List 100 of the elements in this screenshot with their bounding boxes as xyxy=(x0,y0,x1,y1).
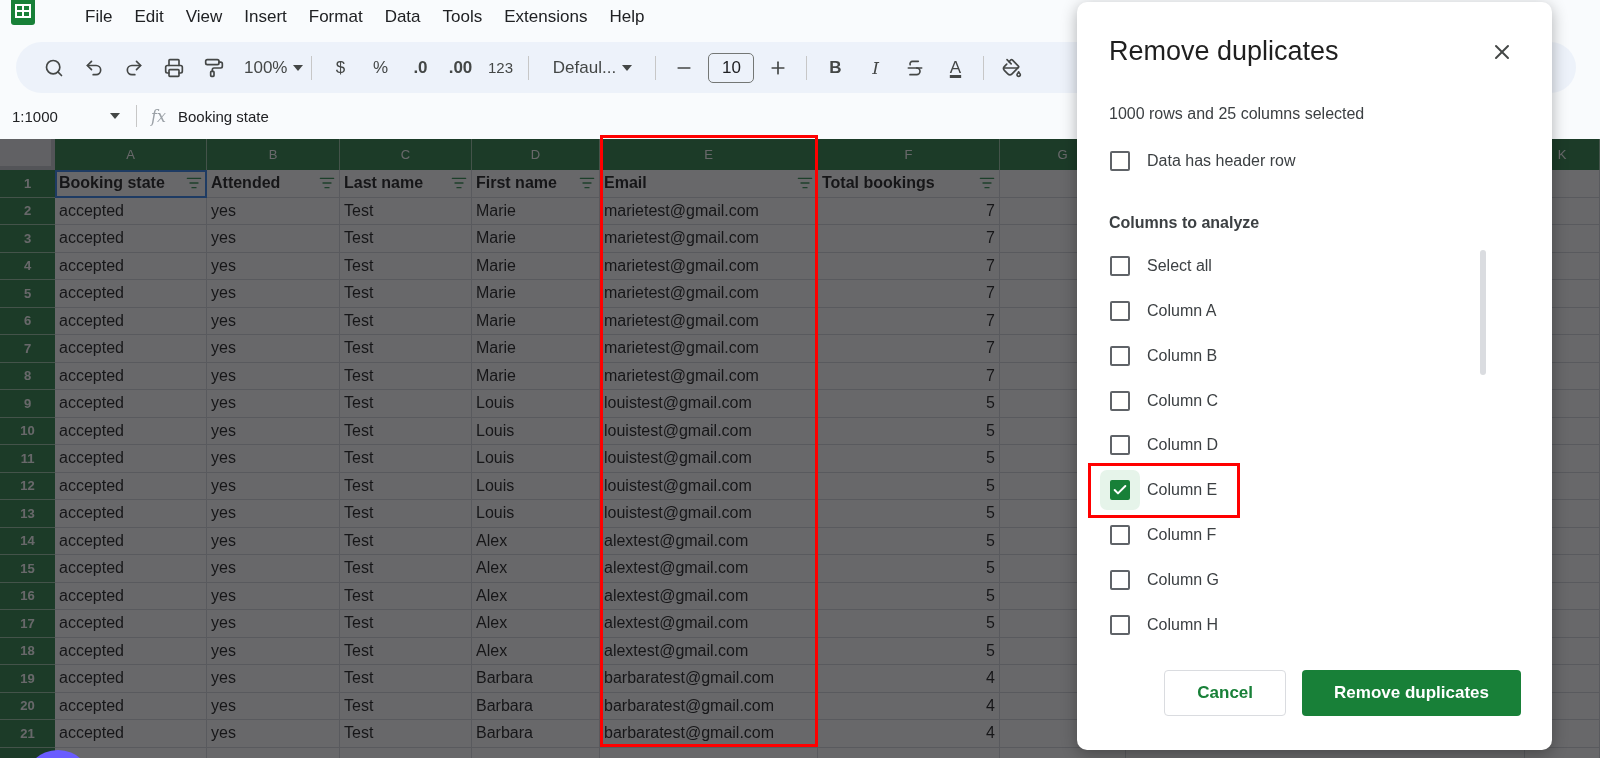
checkbox[interactable] xyxy=(1110,151,1130,172)
zoom-dropdown[interactable]: 100% xyxy=(244,51,304,84)
percent-button[interactable]: % xyxy=(360,51,401,84)
row-number[interactable]: 8 xyxy=(0,362,55,390)
column-header[interactable]: A xyxy=(55,139,207,170)
table-cell: Test xyxy=(340,307,472,335)
sheets-logo[interactable] xyxy=(8,0,38,25)
checkbox[interactable] xyxy=(1110,524,1130,545)
increase-decimal-button[interactable]: .00 xyxy=(440,51,481,84)
table-cell: accepted xyxy=(55,582,207,610)
row-number[interactable]: 9 xyxy=(0,390,55,418)
italic-button[interactable]: I xyxy=(855,51,896,84)
table-cell: yes xyxy=(207,665,340,693)
row-number[interactable]: 5 xyxy=(0,280,55,308)
row-number[interactable]: 16 xyxy=(0,582,55,610)
row-number[interactable]: 21 xyxy=(0,720,55,748)
table-cell: accepted xyxy=(55,307,207,335)
name-box[interactable]: 1:1000 xyxy=(12,107,128,125)
table-cell: Test xyxy=(340,362,472,390)
checkbox-label: Column C xyxy=(1147,391,1219,410)
table-cell: yes xyxy=(207,472,340,500)
menu-item[interactable]: Format xyxy=(297,6,374,27)
table-cell: Test xyxy=(340,665,472,693)
menu-item[interactable]: Tools xyxy=(431,6,494,27)
row-number[interactable]: 6 xyxy=(0,307,55,335)
row-number[interactable]: 4 xyxy=(0,252,55,280)
row-number[interactable]: 3 xyxy=(0,225,55,253)
decrease-decimal-button[interactable]: .0 xyxy=(400,51,441,84)
currency-button[interactable]: $ xyxy=(320,51,361,84)
table-cell: Barbara xyxy=(472,665,600,693)
table-cell: accepted xyxy=(55,252,207,280)
row-number[interactable]: 13 xyxy=(0,500,55,528)
header-text: Booking state xyxy=(59,174,165,193)
table-cell: 5 xyxy=(818,500,1000,528)
table-cell: accepted xyxy=(55,637,207,665)
row-number[interactable]: 17 xyxy=(0,610,55,638)
table-cell: 7 xyxy=(818,225,1000,253)
menu-item[interactable]: Help xyxy=(598,6,656,27)
row-number[interactable]: 2 xyxy=(0,197,55,225)
table-cell: accepted xyxy=(55,610,207,638)
table-cell: yes xyxy=(207,720,340,748)
table-cell: Test xyxy=(340,335,472,363)
cancel-button[interactable]: Cancel xyxy=(1164,670,1287,716)
menu-item[interactable]: View xyxy=(174,6,234,27)
row-number[interactable]: 14 xyxy=(0,527,55,555)
table-cell: yes xyxy=(207,225,340,253)
selection-info: 1000 rows and 25 columns selected xyxy=(1109,105,1366,123)
table-cell: Louis xyxy=(472,445,600,473)
table-cell: Test xyxy=(340,637,472,665)
row-number[interactable]: 18 xyxy=(0,637,55,665)
checkbox[interactable] xyxy=(1110,256,1130,277)
checkbox[interactable] xyxy=(1110,345,1130,366)
column-header[interactable]: F xyxy=(818,139,1000,170)
checkbox[interactable] xyxy=(1110,390,1130,411)
font-size-field[interactable]: 10 xyxy=(708,52,755,83)
row-number[interactable]: 10 xyxy=(0,417,55,445)
text-color-button[interactable]: A xyxy=(935,51,976,84)
table-cell: yes xyxy=(207,335,340,363)
header-text: First name xyxy=(476,174,557,193)
menu-item[interactable]: Edit xyxy=(123,6,175,27)
row-number[interactable]: 19 xyxy=(0,665,55,693)
menu-item[interactable]: Data xyxy=(373,6,432,27)
checkbox[interactable] xyxy=(1110,301,1130,321)
section-title: Columns to analyze xyxy=(1109,213,1261,232)
remove-duplicates-button[interactable]: Remove duplicates xyxy=(1302,670,1521,716)
number-format-button[interactable]: 123 xyxy=(480,51,521,84)
column-header[interactable]: D xyxy=(472,139,600,170)
bold-button[interactable]: B xyxy=(815,51,856,84)
column-header[interactable]: E xyxy=(600,139,818,170)
table-cell: 7 xyxy=(818,307,1000,335)
table-cell: 7 xyxy=(818,280,1000,308)
menu-item[interactable]: Insert xyxy=(233,6,298,27)
checkbox[interactable] xyxy=(1110,614,1130,635)
column-header[interactable]: B xyxy=(207,139,340,170)
row-number[interactable]: 12 xyxy=(0,472,55,500)
menu-item[interactable]: Extensions xyxy=(493,6,599,27)
table-cell: Test xyxy=(340,445,472,473)
row-number[interactable]: 20 xyxy=(0,692,55,720)
checkbox-label: Select all xyxy=(1147,257,1212,276)
corner-cell[interactable] xyxy=(0,139,55,170)
formula-text[interactable]: Booking state xyxy=(177,107,269,125)
table-cell: accepted xyxy=(55,445,207,473)
checkbox-label: Column B xyxy=(1147,346,1218,365)
table-cell: 5 xyxy=(818,610,1000,638)
table-cell: accepted xyxy=(55,362,207,390)
row-number[interactable]: 7 xyxy=(0,335,55,363)
table-cell: yes xyxy=(207,500,340,528)
table-cell: 5 xyxy=(818,445,1000,473)
table-cell: accepted xyxy=(55,335,207,363)
row-number[interactable]: 15 xyxy=(0,555,55,583)
scrollbar[interactable] xyxy=(1480,249,1486,375)
table-cell: Marie xyxy=(472,280,600,308)
row-number[interactable]: 1 xyxy=(0,170,55,198)
font-dropdown[interactable]: Defaul... xyxy=(537,51,648,84)
checkbox[interactable] xyxy=(1110,435,1130,456)
column-header[interactable]: C xyxy=(340,139,472,170)
checkbox[interactable] xyxy=(1110,569,1130,590)
row-number[interactable]: 11 xyxy=(0,445,55,473)
menu-item[interactable]: File xyxy=(74,6,124,27)
table-cell: accepted xyxy=(55,720,207,748)
